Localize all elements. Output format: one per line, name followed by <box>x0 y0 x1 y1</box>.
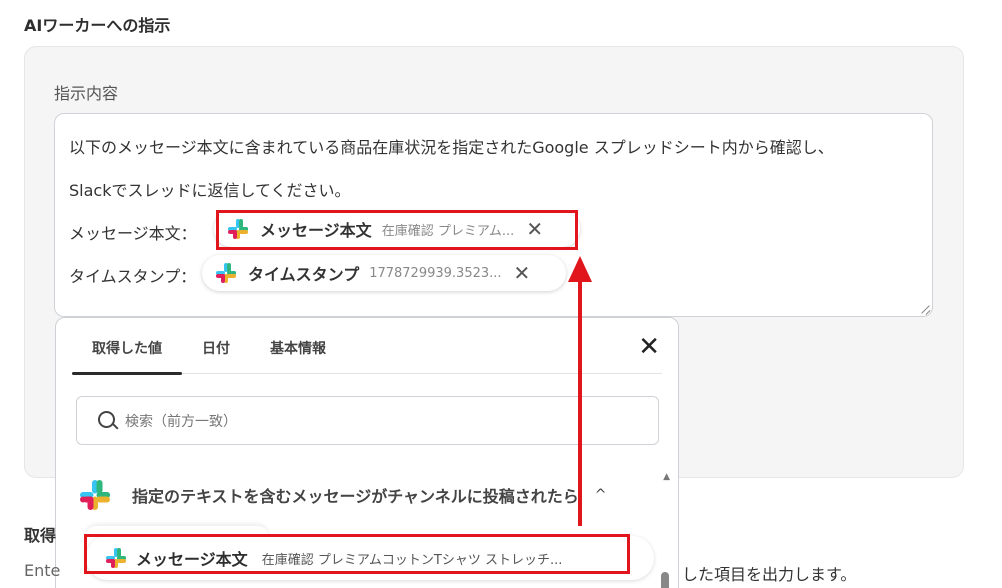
search-placeholder: 検索（前方一致） <box>125 413 237 430</box>
close-icon[interactable]: ✕ <box>526 219 543 239</box>
picker-tabs: 取得した値 日付 基本情報 <box>72 318 662 375</box>
timestamp-chip[interactable]: タイムスタンプ 1778729939.3523... ✕ <box>202 255 566 291</box>
close-icon[interactable]: ✕ <box>514 263 531 283</box>
instruction-line-1: 以下のメッセージ本文に含まれている商品在庫状況を指定されたGoogle スプレッ… <box>69 138 834 157</box>
bottom-heading: 取得 <box>24 526 57 545</box>
section-title: AIワーカーへの指示 <box>24 16 171 35</box>
instruction-line-2: Slackでスレッドに返信してください。 <box>69 181 351 200</box>
tab-basic-info[interactable]: 基本情報 <box>250 318 346 374</box>
chevron-up-icon[interactable]: ^ <box>595 487 607 503</box>
resize-handle-icon[interactable] <box>920 304 930 314</box>
timestamp-label: タイムスタンプ： <box>69 267 197 286</box>
message-body-list-item[interactable]: メッセージ本文 在庫確認 プレミアムコットンTシャツ ストレッチ... <box>86 536 654 580</box>
message-body-chip[interactable]: メッセージ本文 在庫確認 プレミアム... ✕ <box>214 211 580 247</box>
slack-logo-icon <box>216 263 236 283</box>
timestamp-chip-name: タイムスタンプ <box>248 265 360 284</box>
close-icon[interactable]: ✕ <box>638 334 660 360</box>
instruction-label: 指示内容 <box>54 84 119 103</box>
scroll-up-icon[interactable]: ▲ <box>663 472 670 482</box>
list-item-value: 在庫確認 プレミアムコットンTシャツ ストレッチ... <box>261 552 563 568</box>
variable-picker-panel: 取得した値 日付 基本情報 ✕ 検索（前方一致） 指定のテキストを含むメッセージ… <box>55 317 679 588</box>
tab-date[interactable]: 日付 <box>182 318 250 374</box>
search-input[interactable]: 検索（前方一致） <box>76 396 659 445</box>
message-body-chip-value: 在庫確認 プレミアム... <box>381 223 515 239</box>
message-body-label: メッセージ本文： <box>69 224 197 243</box>
trigger-group-title: 指定のテキストを含むメッセージがチャンネルに投稿されたら <box>132 487 579 506</box>
annotation-arrow-line <box>578 280 582 526</box>
search-icon <box>97 410 119 432</box>
message-body-chip-name: メッセージ本文 <box>260 221 372 240</box>
tab-fetched-values[interactable]: 取得した値 <box>72 318 182 375</box>
slack-logo-icon <box>80 480 110 510</box>
timestamp-chip-value: 1778729939.3523... <box>369 265 502 281</box>
bottom-description-left: Ente <box>24 561 61 580</box>
trigger-group-header[interactable]: 指定のテキストを含むメッセージがチャンネルに投稿されたら ^ <box>80 478 640 512</box>
bottom-description-right: した項目を出力します。 <box>682 565 857 584</box>
scrollbar-thumb[interactable] <box>661 572 669 588</box>
annotation-arrow-head <box>568 256 592 282</box>
list-item-name: メッセージ本文 <box>136 550 248 569</box>
slack-logo-icon <box>106 548 126 568</box>
slack-logo-icon <box>228 219 248 239</box>
